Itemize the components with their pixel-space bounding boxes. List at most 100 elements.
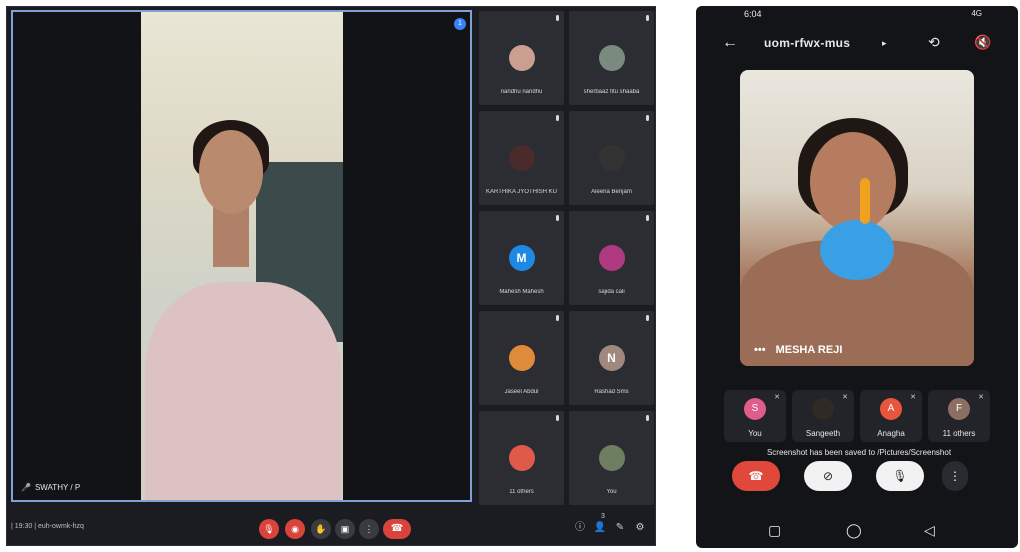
participant-chip[interactable]: ✕ S You [724,390,786,442]
participant-name: Anagha [877,429,905,438]
mic-off-icon: ✕ [978,394,984,401]
participant-tile[interactable]: KARTHIKA JYOTHISH KU [479,111,564,205]
avatar: N [598,345,625,371]
pin-badge[interactable]: 1 [454,18,466,30]
speaker-face [810,132,896,232]
participant-tile[interactable]: You [569,411,654,505]
participant-tile[interactable]: N Rashad Sms [569,311,654,405]
avatar [598,45,625,71]
phone-hangup-icon: ☎ [390,523,404,534]
phone-hangup-icon: ☎ [748,469,764,483]
speaker-off-icon[interactable]: 🔇 [974,34,991,51]
avatar [508,445,535,471]
participant-name: Rashad Sms [594,389,629,395]
avatar [598,145,625,171]
mic-off-icon: 🎙 [263,524,275,534]
present-icon: ▣ [340,524,350,534]
participant-tile[interactable]: Jaseel Abdul [479,311,564,405]
status-time: 6:04 [744,9,762,19]
mic-icon [646,15,649,21]
avatar [508,145,535,171]
more-options-button[interactable]: ⋮ [359,519,379,539]
participant-name: 11 others [942,429,976,438]
avatar: M [508,245,535,271]
meet-control-bar: | 19:30 | euh-owmk-hzq 🎙 ◉ ✋ ▣ ⋮ ☎ ⓘ 👤 3… [7,507,655,545]
mic-icon [646,115,649,121]
chevron-right-icon[interactable]: ▸ [882,38,887,49]
participant-name: 11 others [509,489,534,495]
info-icon[interactable]: ⓘ [573,521,587,535]
android-nav-bar: ▢ ◯ ◁ [696,516,1018,548]
back-arrow-icon[interactable]: ← [722,34,738,52]
main-video-tile[interactable]: ••• MESHA REJI [740,70,974,366]
speaker-neck [213,207,249,267]
mic-off-icon: 🎙 [892,469,908,483]
camera-toggle-button[interactable]: ◉ [285,519,305,539]
participant-tile[interactable]: nandhu nandhu [479,11,564,105]
more-icon: ⋮ [364,524,374,534]
more-options-icon[interactable]: ••• [754,344,766,356]
mic-off-icon: ✕ [910,394,916,401]
people-count: 3 [601,513,605,520]
meeting-code: | 19:30 | euh-owmk-hzq [11,523,84,530]
speaker-face [199,130,263,214]
people-icon[interactable]: 👤 [593,521,607,535]
participant-chip[interactable]: ✕ F 11 others [928,390,990,442]
speaker-name-tag: 🎤 SWATHY / P [21,483,80,492]
participant-chip[interactable]: ✕ Sangeeth [792,390,854,442]
mic-icon [556,115,559,121]
participant-tile[interactable]: 11 others [479,411,564,505]
main-speaker-stage[interactable]: 1 🎤 SWATHY / P [11,10,472,502]
recents-icon[interactable]: ▢ [768,522,781,539]
home-icon[interactable]: ◯ [846,522,862,539]
mic-icon [646,415,649,421]
chat-icon[interactable]: ✎ [613,521,627,535]
participant-tile[interactable]: M Mahesh Mahesh [479,211,564,305]
room-code[interactable]: uom-rfwx-mus [764,36,850,50]
avatar [598,245,625,271]
mic-off-icon: ✕ [842,394,848,401]
desktop-meet-window: 1 🎤 SWATHY / P nandhu nandhu sherbaaz fit… [6,6,656,546]
speaker-video [141,12,343,500]
main-speaker-label: ••• MESHA REJI [754,344,842,356]
phone-meet-screen: 6:04 4G ← uom-rfwx-mus ▸ ⟲ 🔇 ••• MESHA R… [696,6,1018,548]
avatar: F [948,398,970,420]
avatar: S [744,398,766,420]
activities-icon[interactable]: ⚙ [633,521,647,535]
more-button[interactable]: ⋮ [942,461,968,491]
speaker-body [145,282,341,500]
participant-name: nandhu nandhu [500,89,543,95]
hand-icon: ✋ [315,524,327,534]
back-icon[interactable]: ◁ [924,522,935,539]
mic-icon [556,15,559,21]
participant-name: Mahesh Mahesh [499,289,544,295]
participant-tile[interactable]: Aleena Benjam [569,111,654,205]
mic-icon [646,215,649,221]
speaker-name: SWATHY / P [34,483,81,492]
camera-switch-icon[interactable]: ⟲ [928,34,940,51]
participant-name: Sangeeth [805,429,841,438]
mic-icon [556,415,559,421]
participant-tile[interactable]: sherbaaz fitu shaaba [569,11,654,105]
present-button[interactable]: ▣ [335,519,355,539]
participant-tile[interactable]: sajida cali [569,211,654,305]
avatar [598,445,625,471]
participant-name: sherbaaz fitu shaaba [583,89,640,95]
avatar-initial: S [751,403,759,414]
main-speaker-name: MESHA REJI [775,344,843,356]
participant-name: sajida cali [598,289,625,295]
participant-name: KARTHIKA JYOTHISH KU [486,189,557,195]
mic-toggle-button[interactable]: 🎙 [876,461,924,491]
end-call-button[interactable]: ☎ [732,461,780,491]
participant-chip[interactable]: ✕ A Anagha [860,390,922,442]
raise-hand-button[interactable]: ✋ [311,519,331,539]
leave-call-button[interactable]: ☎ [383,519,411,539]
participant-name: You [606,489,617,495]
camera-off-icon: ⊘ [822,469,834,483]
mic-toggle-button[interactable]: 🎙 [259,519,279,539]
avatar-initial: M [516,251,527,265]
camera-toggle-button[interactable]: ⊘ [804,461,852,491]
avatar [508,345,535,371]
status-network: 4G [971,9,982,18]
mic-icon [556,215,559,221]
